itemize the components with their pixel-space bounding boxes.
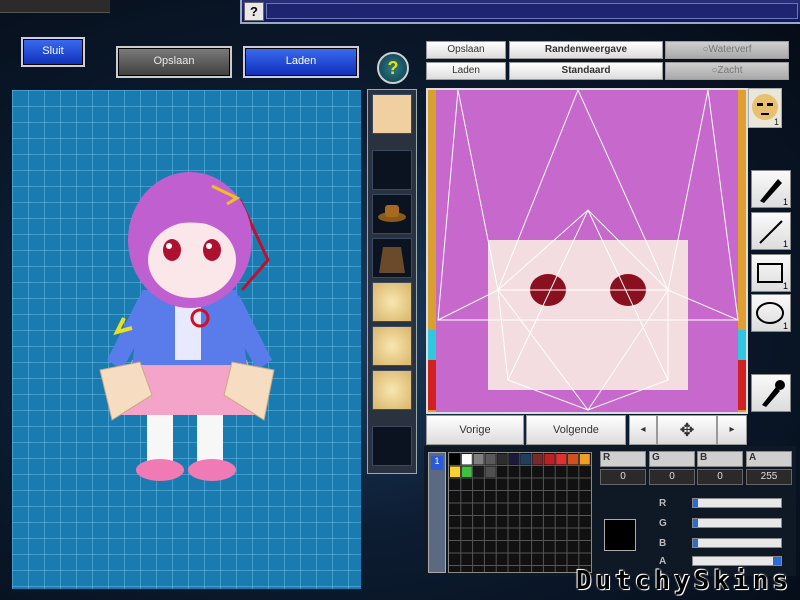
palette-swatch[interactable] [485,454,496,465]
watercolor-option[interactable]: ○Waterverf [665,41,789,59]
face-smile-icon[interactable] [372,370,412,410]
palette-swatch[interactable] [461,454,472,465]
palette-swatch[interactable] [544,454,555,465]
color-palette[interactable] [448,452,592,573]
rectangle-tool-button[interactable]: 1 [751,254,791,292]
palette-swatch[interactable] [556,454,567,465]
palette-swatch[interactable] [497,454,508,465]
layer-item[interactable]: 1 [431,456,443,470]
tool-count: 1 [782,321,788,331]
green-slider-label: G [659,518,667,529]
face-angry-icon[interactable] [372,282,412,322]
character-preview-canvas[interactable] [12,90,361,589]
arrow-left-icon[interactable]: ◂ [629,415,657,445]
palette-swatch[interactable] [461,466,472,478]
tool-count: 1 [782,281,788,291]
face-count: 1 [773,117,779,127]
red-channel[interactable]: R0 [600,451,646,485]
texture-save-button[interactable]: Opslaan [426,41,506,59]
hat-icon[interactable] [372,194,412,234]
alpha-slider[interactable] [692,556,782,566]
ellipse-tool-button[interactable]: 1 [751,294,791,332]
red-slider-label: R [659,498,667,509]
coat-icon[interactable] [372,238,412,278]
palette-swatch[interactable] [450,454,460,465]
blue-value[interactable]: 0 [697,469,743,485]
blue-channel[interactable]: B0 [697,451,743,485]
alpha-channel[interactable]: A 255 [746,451,792,485]
watercolor-label: Waterverf [708,44,752,55]
border-view-button[interactable]: Randenweergave [509,41,663,59]
load-button[interactable]: Laden [243,46,359,78]
brand-watermark: DutchySkins [575,566,792,596]
palette-swatch[interactable] [473,454,484,465]
palette-swatch[interactable] [520,454,531,465]
palette-swatch[interactable] [450,466,460,478]
current-color-swatch [604,519,636,551]
red-slider-fill [693,499,699,507]
palette-swatch[interactable] [568,454,578,465]
previous-button[interactable]: Vorige [426,415,524,445]
close-button[interactable]: Sluit [21,37,85,67]
palette-swatch[interactable] [485,466,496,478]
tool-count: 1 [782,239,788,249]
red-value[interactable]: 0 [600,469,646,485]
face-plain-icon[interactable] [372,326,412,366]
character-portrait-icon[interactable] [372,94,412,134]
red-slider[interactable] [692,498,782,508]
palette-swatch[interactable] [532,454,543,465]
character-model [99,172,275,481]
title-bar-track [266,3,798,19]
palette-grid[interactable] [449,453,591,572]
alpha-label: A [746,451,792,467]
part-selector-strip [367,89,417,474]
palette-swatch[interactable] [579,454,590,465]
next-button[interactable]: Volgende [526,415,626,445]
help-icon[interactable]: ? [244,2,264,21]
blue-slider[interactable] [692,538,782,548]
green-value[interactable]: 0 [649,469,695,485]
blue-slider-label: B [659,538,667,549]
palette-swatch[interactable] [473,466,484,478]
texture-editor[interactable] [426,88,748,414]
alpha-value[interactable]: 255 [746,469,792,485]
tool-count: 1 [782,197,788,207]
window-corner [0,0,110,13]
red-label: R [600,451,646,467]
soft-label: Zacht [717,65,743,76]
standard-view-button[interactable]: Standaard [509,62,663,80]
face-preview-button[interactable]: 1 [748,88,782,128]
green-slider-fill [693,519,699,527]
texture-load-button[interactable]: Laden [426,62,506,80]
help-button[interactable]: ? [377,52,409,84]
save-button[interactable]: Opslaan [116,46,232,78]
blue-label: B [697,451,743,467]
move-icon[interactable]: ✥ [657,415,717,445]
eyedropper-icon [762,380,785,407]
line-tool-button[interactable]: 1 [751,212,791,250]
green-slider[interactable] [692,518,782,528]
blue-slider-fill [693,539,699,547]
face-texture [428,88,746,412]
empty-slot[interactable] [372,150,412,190]
empty-slot[interactable] [372,426,412,466]
green-channel[interactable]: G0 [649,451,695,485]
layer-list[interactable]: 1 [428,452,446,573]
pen-tool-button[interactable]: 1 [751,170,791,208]
alpha-slider-fill [773,557,781,565]
title-bar: ? [240,0,800,24]
arrow-right-icon[interactable]: ▸ [717,415,747,445]
green-label: G [649,451,695,467]
eyedropper-tool-button[interactable] [751,374,791,412]
soft-option[interactable]: ○Zacht [665,62,789,80]
palette-swatch[interactable] [509,454,519,465]
